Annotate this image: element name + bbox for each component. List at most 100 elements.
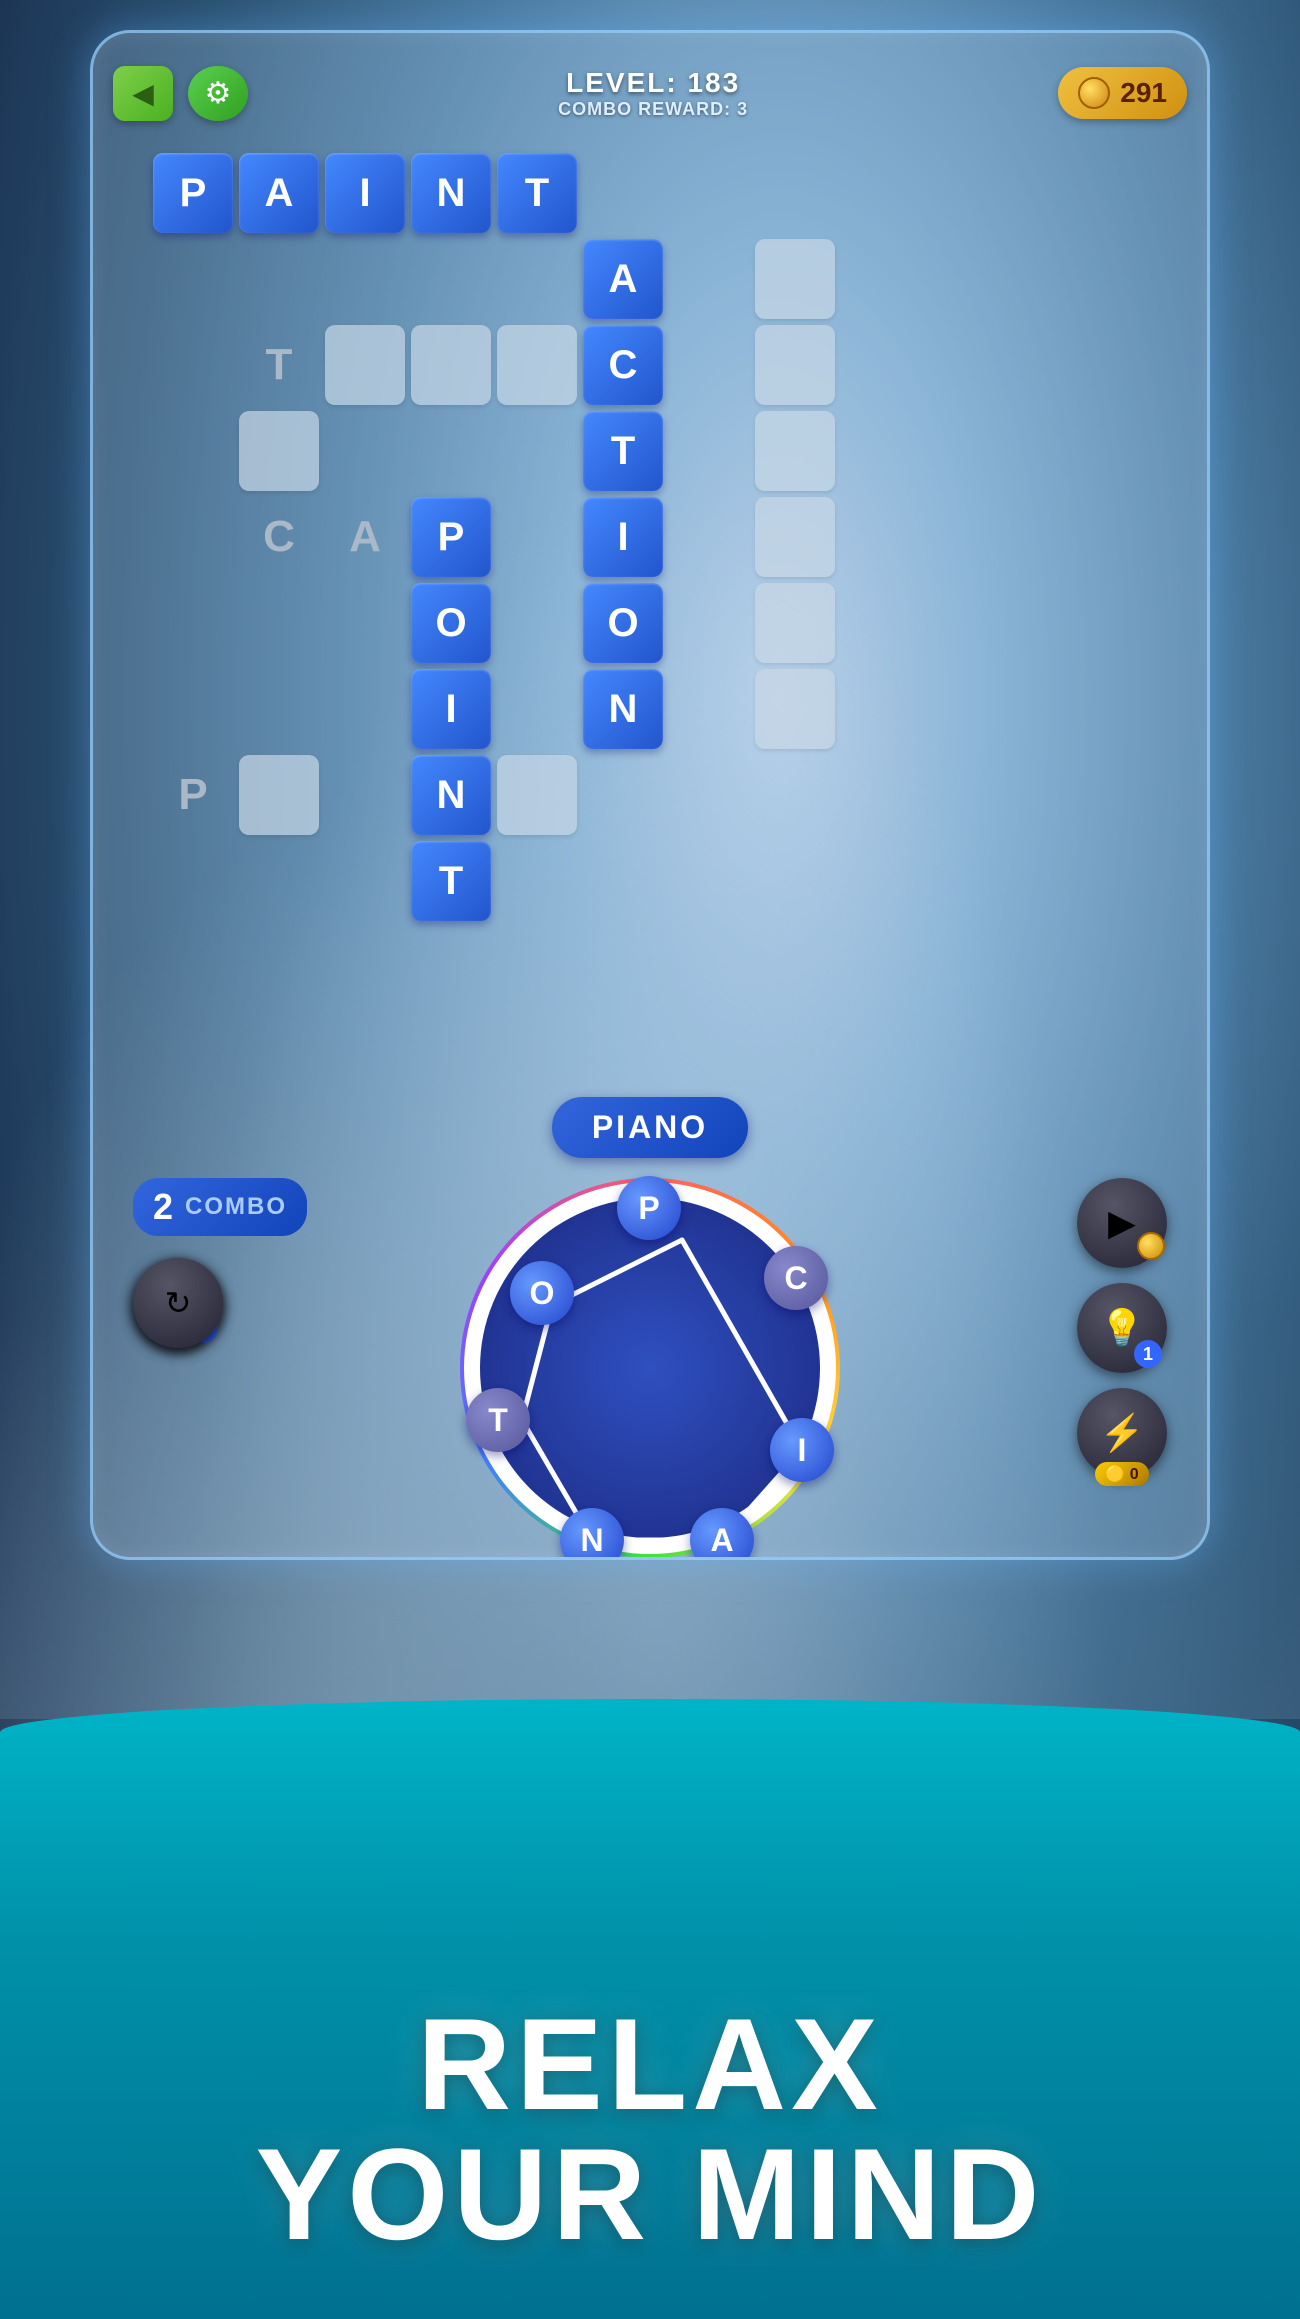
refresh-button[interactable]: ↻ [133, 1258, 223, 1348]
cell-0-0: P [153, 153, 233, 233]
header-left [113, 66, 248, 121]
cell-7-1 [239, 755, 319, 835]
cell-7-7 [755, 755, 835, 835]
cell-3-2 [325, 411, 405, 491]
letter-P[interactable]: P [617, 1176, 681, 1240]
hint-badge: 1 [1134, 1340, 1162, 1368]
cell-2-4 [497, 325, 577, 405]
cell-7-4 [497, 755, 577, 835]
cell-5-6 [669, 583, 749, 663]
coin-count: 291 [1120, 77, 1167, 109]
hint-button[interactable]: 💡 1 [1077, 1283, 1167, 1373]
back-button[interactable] [113, 66, 173, 121]
combo-reward-text: COMBO REWARD: 3 [558, 99, 748, 120]
header: LEVEL: 183 COMBO REWARD: 3 291 [113, 53, 1187, 133]
cell-1-7 [755, 239, 835, 319]
grid-row-4: CAPI [153, 497, 1147, 577]
tagline-line2: YOUR MIND [0, 2129, 1300, 2259]
tagline-line1: RELAX [0, 1999, 1300, 2129]
cell-4-7 [755, 497, 835, 577]
cell-7-3: N [411, 755, 491, 835]
cell-0-7 [755, 153, 835, 233]
cell-3-4 [497, 411, 577, 491]
bottom-wave: RELAX YOUR MIND [0, 1699, 1300, 2319]
cell-1-1 [239, 239, 319, 319]
cell-0-6 [669, 153, 749, 233]
tagline: RELAX YOUR MIND [0, 1999, 1300, 2259]
lightning-icon: ⚡ [1100, 1412, 1145, 1454]
grid-row-7: PN [153, 755, 1147, 835]
cell-5-7 [755, 583, 835, 663]
left-buttons: 🚀 2 ⭐ ↻ [133, 1258, 223, 1348]
cell-8-5 [583, 841, 663, 921]
refresh-icon: ↻ [165, 1284, 192, 1322]
grid-row-5: OO [153, 583, 1147, 663]
cell-7-5 [583, 755, 663, 835]
cell-4-6 [669, 497, 749, 577]
letter-C[interactable]: C [764, 1246, 828, 1310]
cell-4-2: A [325, 497, 405, 577]
cell-2-2 [325, 325, 405, 405]
cell-8-2 [325, 841, 405, 921]
cell-7-6 [669, 755, 749, 835]
cell-5-3: O [411, 583, 491, 663]
grid-row-6: IN [153, 669, 1147, 749]
cell-6-0 [153, 669, 233, 749]
cell-0-3: N [411, 153, 491, 233]
grid-row-3: T [153, 411, 1147, 491]
cell-2-1: T [239, 325, 319, 405]
combo-number: 2 [153, 1186, 173, 1228]
grid-row-2: TC [153, 325, 1147, 405]
cell-2-5: C [583, 325, 663, 405]
cell-7-0: P [153, 755, 233, 835]
letter-T[interactable]: T [466, 1388, 530, 1452]
cell-3-0 [153, 411, 233, 491]
letter-O[interactable]: O [510, 1261, 574, 1325]
cell-7-2 [325, 755, 405, 835]
cell-4-1: C [239, 497, 319, 577]
settings-button[interactable] [188, 66, 248, 121]
coin-icon [1078, 77, 1110, 109]
grid-row-0: PAINT [153, 153, 1147, 233]
cell-6-7 [755, 669, 835, 749]
video-button[interactable]: ▶ [1077, 1178, 1167, 1268]
cell-3-5: T [583, 411, 663, 491]
level-text: LEVEL: 183 [558, 67, 748, 99]
cell-8-0 [153, 841, 233, 921]
cell-8-6 [669, 841, 749, 921]
cell-8-1 [239, 841, 319, 921]
cell-6-2 [325, 669, 405, 749]
combo-label: COMBO [185, 1193, 287, 1221]
lightning-coin-badge: 🟡 0 [1095, 1462, 1148, 1486]
cell-3-6 [669, 411, 749, 491]
cell-1-6 [669, 239, 749, 319]
cell-4-0 [153, 497, 233, 577]
cell-1-4 [497, 239, 577, 319]
cell-3-1 [239, 411, 319, 491]
cell-8-7 [755, 841, 835, 921]
cell-2-3 [411, 325, 491, 405]
cell-2-0 [153, 325, 233, 405]
letter-I[interactable]: I [770, 1418, 834, 1482]
cell-5-0 [153, 583, 233, 663]
cell-2-7 [755, 325, 835, 405]
lightning-button[interactable]: ⚡ 🟡 0 [1077, 1388, 1167, 1478]
cell-5-4 [497, 583, 577, 663]
cell-4-3: P [411, 497, 491, 577]
cell-8-4 [497, 841, 577, 921]
cell-1-5: A [583, 239, 663, 319]
crossword-grid: PAINTATCTCAPIOOINPNT [153, 153, 1147, 927]
cell-0-1: A [239, 153, 319, 233]
grid-row-8: T [153, 841, 1147, 921]
cell-3-3 [411, 411, 491, 491]
coin-display: 291 [1058, 67, 1187, 119]
word-display: PIANO [552, 1097, 748, 1158]
game-controls: PIANO 2 COMBO 🚀 2 ⭐ ↻ [93, 1087, 1207, 1547]
combo-badge: 2 COMBO [133, 1178, 307, 1236]
cell-6-5: N [583, 669, 663, 749]
cell-4-4 [497, 497, 577, 577]
cell-0-4: T [497, 153, 577, 233]
cell-1-0 [153, 239, 233, 319]
cell-5-2 [325, 583, 405, 663]
video-icon: ▶ [1108, 1202, 1136, 1244]
